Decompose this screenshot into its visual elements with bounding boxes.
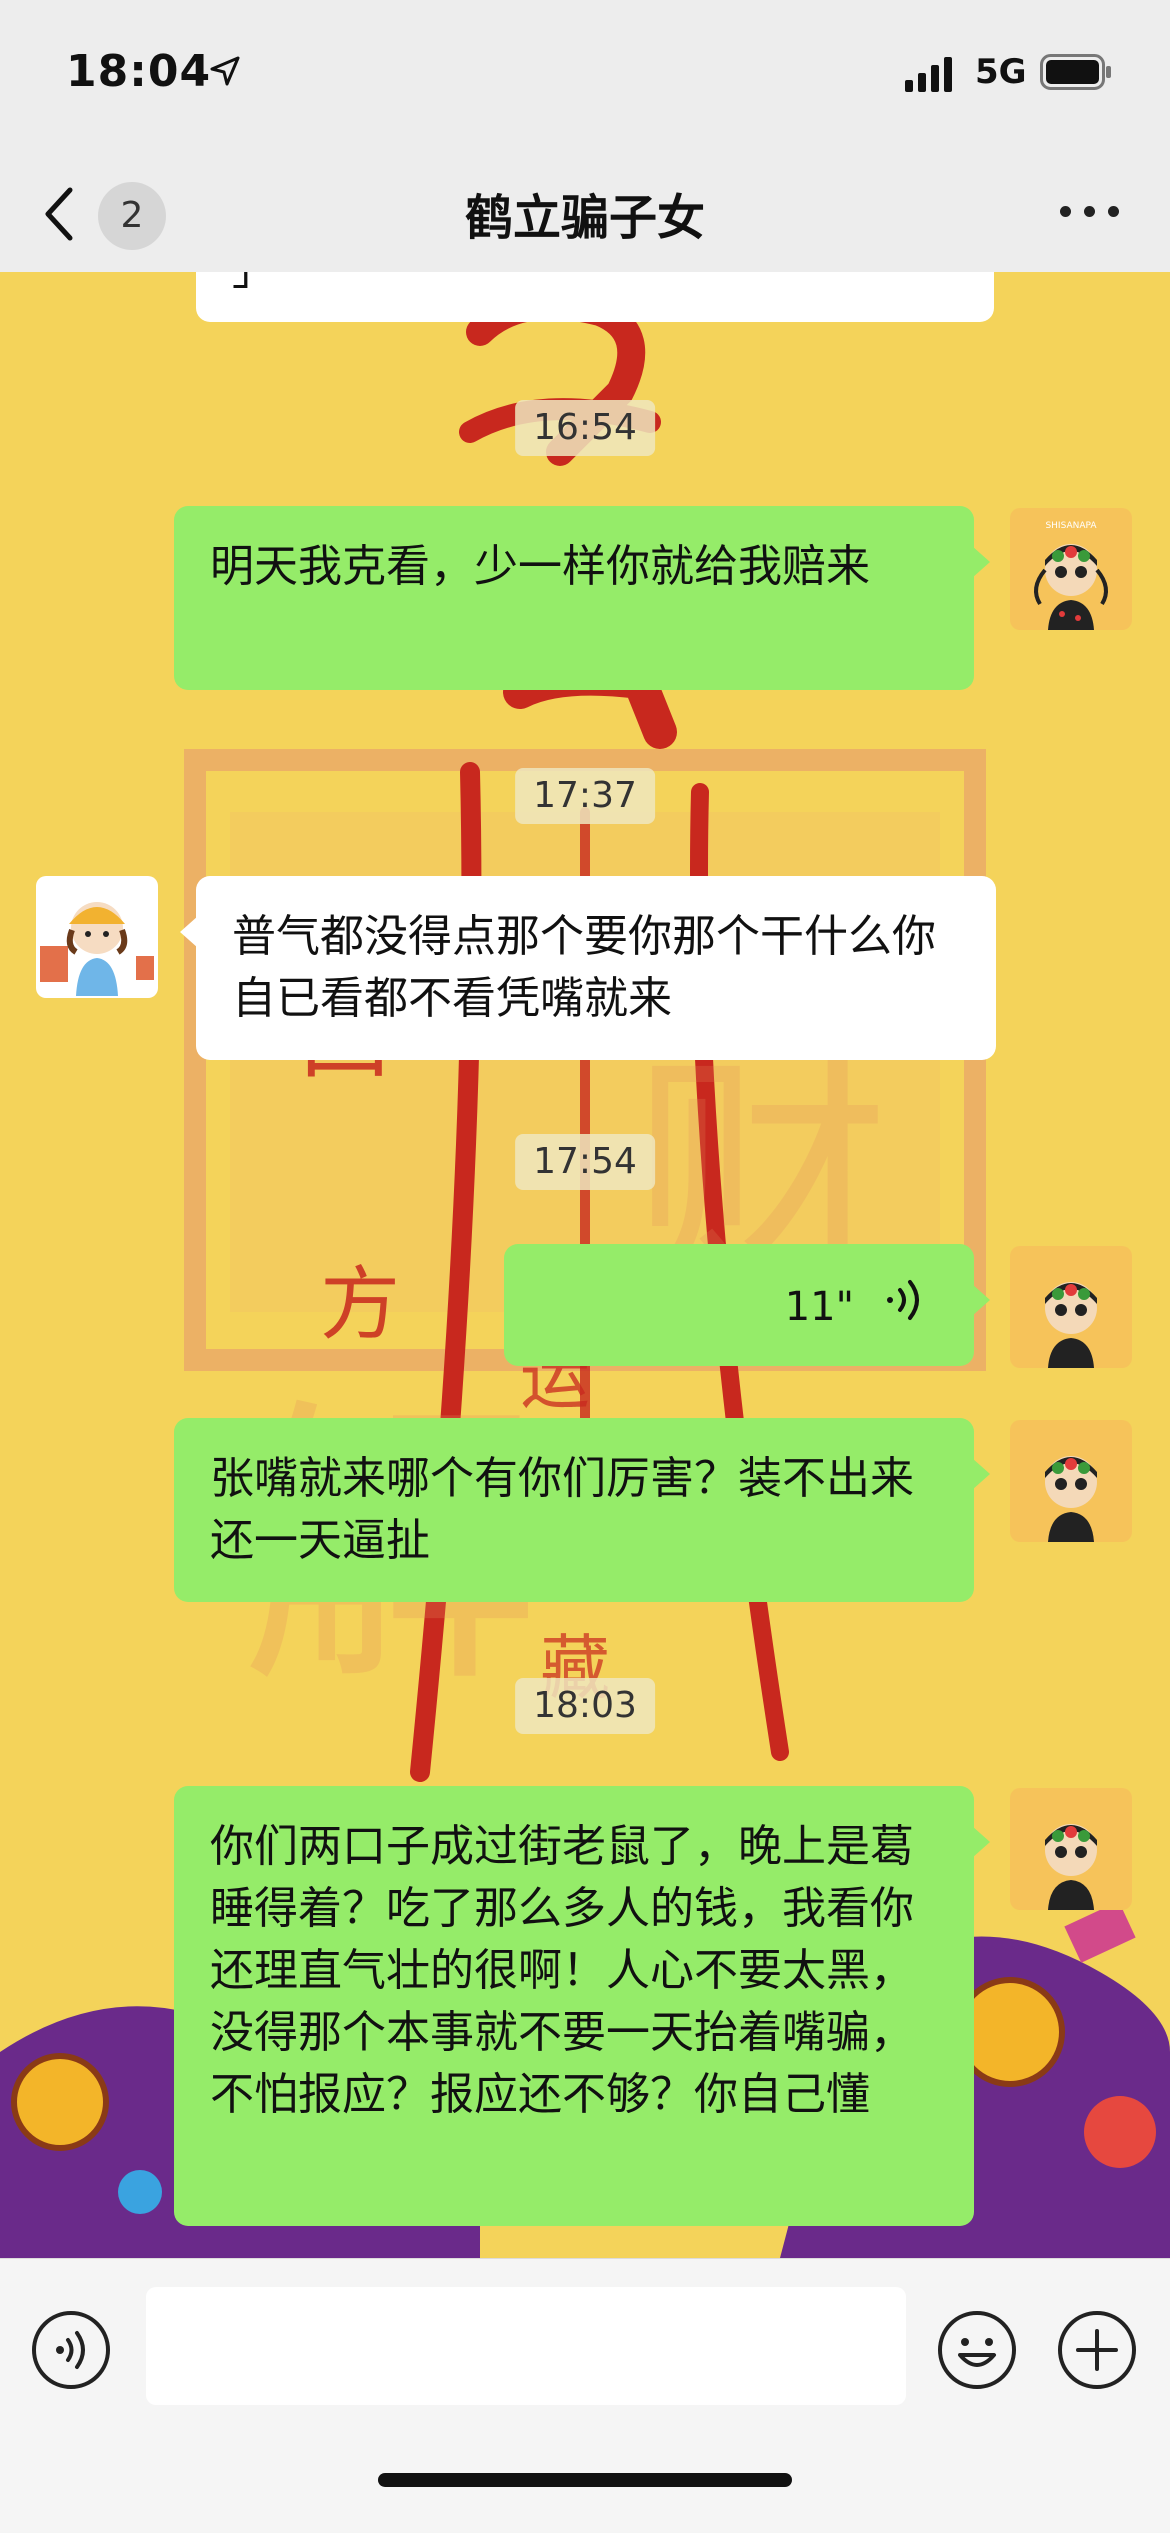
my-avatar[interactable]: SHISANAPA [1010, 508, 1132, 630]
message-text: 普气都没得点那个要你那个干什么你自已看都不看凭嘴就来 [232, 911, 936, 1024]
network-type: 5G [975, 52, 1027, 92]
battery-icon [1040, 54, 1111, 90]
girl-avatar-icon [1010, 1788, 1132, 1910]
voice-message-bubble[interactable]: 11" [504, 1244, 990, 1366]
message-input-bar [0, 2258, 1170, 2533]
message-text: 你们两口子成过街老鼠了，晚上是葛睡得着？吃了那么多人的钱，我看你还理直气壮的很啊… [210, 1821, 914, 2120]
voice-mode-icon[interactable] [30, 2309, 112, 2391]
message-text: 张嘴就来哪个有你们厉害？装不出来还一天逼扯 [210, 1453, 914, 1566]
location-arrow-icon [210, 56, 240, 86]
cellular-signal-icon [905, 57, 952, 92]
timestamp: 17:54 [515, 1134, 655, 1190]
girl-avatar-icon: SHISANAPA [1010, 508, 1132, 630]
more-dots-icon [1060, 206, 1071, 217]
contact-avatar[interactable] [36, 876, 158, 998]
chat-header: 2 鹤立骗子女 [0, 150, 1170, 272]
svg-text:方: 方 [320, 1258, 400, 1351]
chat-title: 鹤立骗子女 [464, 190, 705, 246]
voice-duration: 11" [784, 1284, 854, 1330]
message-bubble-sent[interactable]: 张嘴就来哪个有你们厉害？装不出来还一天逼扯 [174, 1418, 990, 1602]
message-bubble-received[interactable]: 普气都没得点那个要你那个干什么你自已看都不看凭嘴就来 [180, 876, 996, 1060]
timestamp: 16:54 [515, 400, 655, 456]
more-options-button[interactable] [1050, 180, 1130, 240]
plus-icon[interactable] [1056, 2309, 1138, 2391]
message-bubble-sent[interactable]: 你们两口子成过街老鼠了，晚上是葛睡得着？吃了那么多人的钱，我看你还理直气壮的很啊… [174, 1786, 990, 2226]
my-avatar[interactable] [1010, 1246, 1132, 1368]
home-indicator [378, 2473, 792, 2487]
worker-girl-avatar-icon [36, 876, 158, 998]
status-time: 18:04 [66, 46, 212, 97]
message-text: 明天我克看，少一样你就给我赔来 [210, 541, 870, 592]
my-avatar[interactable] [1010, 1420, 1132, 1542]
message-input[interactable] [146, 2287, 906, 2405]
emoji-icon[interactable] [936, 2309, 1018, 2391]
voice-wave-icon [887, 1280, 919, 1320]
svg-text:SHISANAPA: SHISANAPA [1045, 521, 1097, 531]
message-bubble-sent[interactable]: 明天我克看，少一样你就给我赔来 [174, 506, 990, 690]
timestamp: 17:37 [515, 768, 655, 824]
girl-avatar-icon [1010, 1420, 1132, 1542]
timestamp: 18:03 [515, 1678, 655, 1734]
girl-avatar-icon [1010, 1246, 1132, 1368]
status-bar: 18:04 5G [0, 0, 1170, 150]
my-avatar[interactable] [1010, 1788, 1132, 1910]
